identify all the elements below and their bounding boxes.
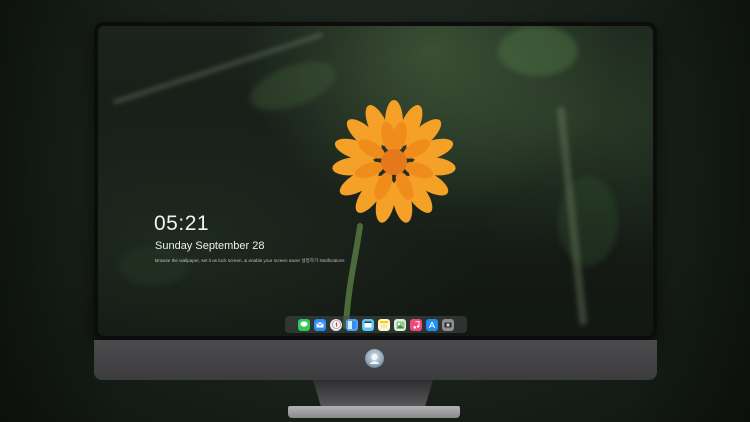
monitor-stand-base xyxy=(288,406,460,418)
clapperboard-icon[interactable] xyxy=(362,318,374,331)
photos-icon[interactable] xyxy=(394,318,406,331)
music-icon[interactable] xyxy=(410,318,422,331)
monitor: 05:21 Sunday September 28 Browse the wal… xyxy=(94,22,657,340)
lock-clock-time: 05:21 xyxy=(154,212,210,235)
marigold-flower xyxy=(332,100,456,329)
lock-clock-date: Sunday September 28 xyxy=(155,240,265,252)
camera-icon[interactable] xyxy=(442,318,454,331)
lock-screen: 05:21 Sunday September 28 Browse the wal… xyxy=(98,26,653,336)
notes-icon[interactable] xyxy=(378,318,390,331)
mail-icon[interactable] xyxy=(314,318,326,331)
safari-icon[interactable] xyxy=(330,318,342,331)
finder-icon[interactable] xyxy=(346,318,358,331)
monitor-stand-neck xyxy=(313,380,433,408)
messages-icon[interactable] xyxy=(298,318,310,331)
brand-logo-icon xyxy=(365,349,384,368)
app-store-icon[interactable] xyxy=(426,318,438,331)
lock-caption: Browse the wallpaper, set it as lock scr… xyxy=(155,258,345,263)
dock xyxy=(285,316,467,333)
